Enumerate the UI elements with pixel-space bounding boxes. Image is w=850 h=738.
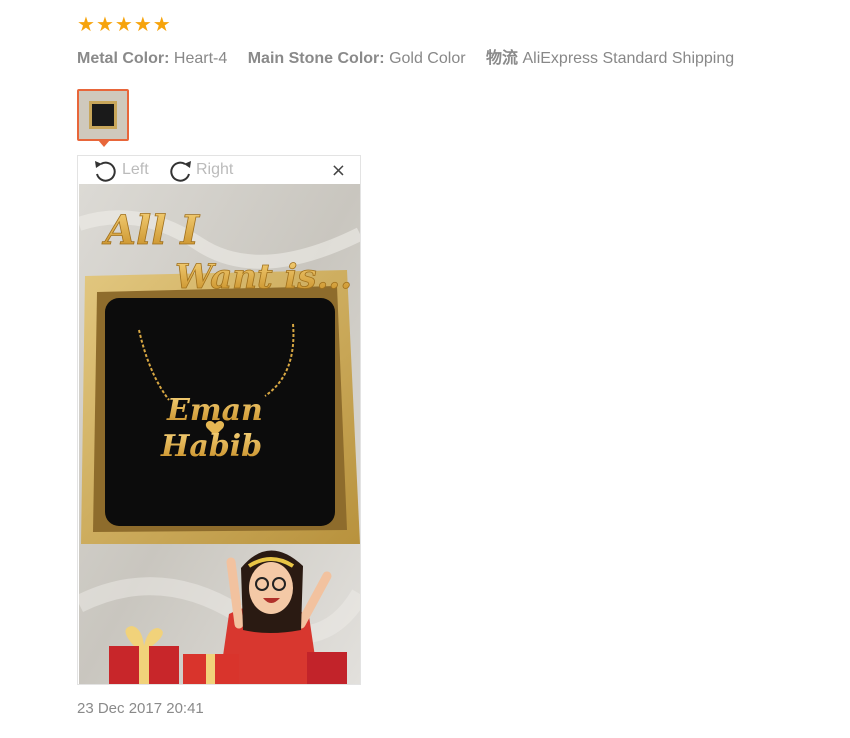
attr-stone-color: Main Stone Color: Gold Color [247,50,466,67]
star-icon: ★ [114,12,133,36]
star-icon: ★ [95,12,114,36]
rotate-right-icon [170,161,191,182]
pendant-name-line2: Habib [160,429,262,464]
review-photo-illustration: Eman Habib All I Want is... [79,184,360,684]
pendant-name-line1: Eman [166,393,263,428]
rotate-left-button[interactable]: Left [92,158,149,182]
review-date: 23 Dec 2017 20:41 [77,700,204,717]
attr-shipping: 物流 AliExpress Standard Shipping [486,50,735,67]
review-photo: Eman Habib All I Want is... [79,184,360,684]
close-button[interactable]: × [331,160,346,181]
star-icon: ★ [133,12,152,36]
order-attributes: Metal Color: Heart-4 Main Stone Color: G… [77,44,750,68]
review-image-thumbnail[interactable] [77,89,129,141]
viewer-toolbar: Left Right × [78,156,360,184]
star-icon: ★ [152,12,171,36]
thumbnail-preview [89,101,117,129]
rating-stars: ★ ★ ★ ★ ★ [77,14,171,34]
image-viewer: Left Right × Eman Habib All I Want is... [77,155,361,685]
rotate-right-button[interactable]: Right [166,158,233,182]
rotate-left-icon [95,161,116,182]
photo-heading-line1: All I [101,207,200,254]
attr-metal-color: Metal Color: Heart-4 [77,50,228,67]
thumbnail-selected-indicator [98,140,110,147]
star-icon: ★ [77,12,95,36]
photo-heading-line2: Want is... [175,257,352,297]
